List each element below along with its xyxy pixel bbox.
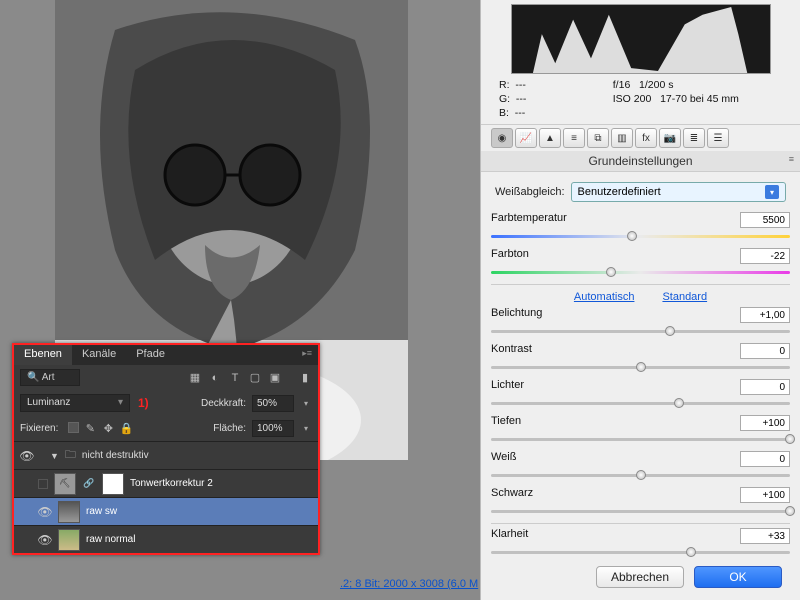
tab-split-icon[interactable]: ⧉ xyxy=(587,128,609,148)
tab-lens-icon[interactable]: ▥ xyxy=(611,128,633,148)
blacks-input[interactable] xyxy=(740,487,790,503)
tint-input[interactable] xyxy=(740,248,790,264)
chevron-down-icon: ▾ xyxy=(765,185,779,199)
group-name: nicht destruktiv xyxy=(82,450,149,461)
visibility-eye-icon[interactable]: 👁 xyxy=(20,449,34,463)
exposure-slider[interactable] xyxy=(491,325,790,337)
auto-link[interactable]: Automatisch xyxy=(574,291,635,303)
group-collapse-icon[interactable]: ▼ xyxy=(50,451,59,461)
whites-label: Weiß xyxy=(491,451,516,467)
shadows-label: Tiefen xyxy=(491,415,521,431)
tint-slider[interactable] xyxy=(491,266,790,278)
wb-label: Weißabgleich: xyxy=(495,186,565,198)
tab-camera-icon[interactable]: 📷 xyxy=(659,128,681,148)
histogram xyxy=(511,4,771,74)
shadows-input[interactable] xyxy=(740,415,790,431)
tab-snapshots-icon[interactable]: ☰ xyxy=(707,128,729,148)
layer-thumb xyxy=(58,501,80,523)
lock-brush-icon[interactable]: ✎ xyxy=(83,422,97,436)
adjustment-thumb-icon: ⛏ xyxy=(54,473,76,495)
tab-curve-icon[interactable]: 📈 xyxy=(515,128,537,148)
tint-label: Farbton xyxy=(491,248,529,264)
tab-paths[interactable]: Pfade xyxy=(126,345,175,365)
annotation-marker: 1) xyxy=(138,396,149,410)
highlights-label: Lichter xyxy=(491,379,524,395)
fill-dropdown-icon[interactable]: ▾ xyxy=(300,424,312,433)
tab-presets-icon[interactable]: ≣ xyxy=(683,128,705,148)
contrast-input[interactable] xyxy=(740,343,790,359)
layers-panel: Ebenen Kanäle Pfade ▸≡ 🔍 Art ▦ ◐ T ▢ ▣ ▮… xyxy=(12,343,320,555)
contrast-label: Kontrast xyxy=(491,343,532,359)
panel-menu-icon[interactable]: ▸≡ xyxy=(296,345,318,365)
ok-button[interactable]: OK xyxy=(694,566,782,588)
lock-transparency-icon[interactable] xyxy=(68,422,79,433)
opacity-input[interactable] xyxy=(252,395,294,412)
tab-channels[interactable]: Kanäle xyxy=(72,345,126,365)
section-title: Grundeinstellungen xyxy=(481,151,800,172)
cancel-button[interactable]: Abbrechen xyxy=(596,566,684,588)
tab-hsl-icon[interactable]: ≡ xyxy=(563,128,585,148)
visibility-eye-icon[interactable]: 👁 xyxy=(38,505,52,519)
acr-tab-toolbar: ◉ 📈 ▲ ≡ ⧉ ▥ fx 📷 ≣ ☰ xyxy=(481,125,800,151)
tab-basic-icon[interactable]: ◉ xyxy=(491,128,513,148)
default-link[interactable]: Standard xyxy=(662,291,707,303)
tab-layers[interactable]: Ebenen xyxy=(14,345,72,365)
layer-row-image[interactable]: 👁 raw sw xyxy=(14,497,318,525)
visibility-eye-icon[interactable] xyxy=(38,479,48,489)
shadows-slider[interactable] xyxy=(491,433,790,445)
contrast-slider[interactable] xyxy=(491,361,790,373)
layer-thumb xyxy=(58,529,80,551)
tab-fx-icon[interactable]: fx xyxy=(635,128,657,148)
opacity-label: Deckkraft: xyxy=(201,398,246,409)
lock-label: Fixieren: xyxy=(20,423,58,434)
opacity-dropdown-icon[interactable]: ▾ xyxy=(300,399,312,408)
exposure-label: Belichtung xyxy=(491,307,542,323)
clarity-input[interactable] xyxy=(740,528,790,544)
fill-input[interactable] xyxy=(252,420,294,437)
fill-label: Fläche: xyxy=(213,423,246,434)
layer-row-adjustment[interactable]: ⛏ 🔗 Tonwertkorrektur 2 xyxy=(14,469,318,497)
wb-select[interactable]: Benutzerdefiniert▾ xyxy=(571,182,787,202)
clarity-slider[interactable] xyxy=(491,546,790,558)
lock-move-icon[interactable]: ✥ xyxy=(101,422,115,436)
link-icon[interactable]: 🔗 xyxy=(82,477,96,491)
blacks-slider[interactable] xyxy=(491,505,790,517)
filter-shape-icon[interactable]: ▢ xyxy=(248,371,262,385)
filter-smart-icon[interactable]: ▣ xyxy=(268,371,282,385)
rgb-readout: R: ---G: ---B: --- xyxy=(499,78,605,120)
highlights-slider[interactable] xyxy=(491,397,790,409)
filter-text-icon[interactable]: T xyxy=(228,371,242,385)
visibility-eye-icon[interactable]: 👁 xyxy=(38,533,52,547)
exif-readout: f/16 1/200 s ISO 200 17-70 bei 45 mm xyxy=(613,78,782,120)
filter-toggle-icon[interactable]: ▮ xyxy=(298,371,312,385)
layer-name[interactable]: raw normal xyxy=(86,534,135,545)
whites-input[interactable] xyxy=(740,451,790,467)
clarity-label: Klarheit xyxy=(491,528,528,544)
filter-image-icon[interactable]: ▦ xyxy=(188,371,202,385)
document-info-link[interactable]: .2; 8 Bit; 2000 x 3008 (6,0 M xyxy=(340,578,478,590)
whites-slider[interactable] xyxy=(491,469,790,481)
filter-adjust-icon[interactable]: ◐ xyxy=(208,371,222,385)
temp-label: Farbtemperatur xyxy=(491,212,567,228)
highlights-input[interactable] xyxy=(740,379,790,395)
camera-raw-panel: R: ---G: ---B: --- f/16 1/200 s ISO 200 … xyxy=(480,0,800,600)
temp-slider[interactable] xyxy=(491,230,790,242)
lock-all-icon[interactable]: 🔒 xyxy=(119,422,133,436)
exposure-input[interactable] xyxy=(740,307,790,323)
mask-thumb[interactable] xyxy=(102,473,124,495)
layer-filter-select[interactable]: 🔍 Art xyxy=(20,369,80,386)
blacks-label: Schwarz xyxy=(491,487,533,503)
layer-name[interactable]: raw sw xyxy=(86,506,117,517)
tab-detail-icon[interactable]: ▲ xyxy=(539,128,561,148)
layer-row-image[interactable]: 👁 raw normal xyxy=(14,525,318,553)
layer-group-row[interactable]: 👁 ▼ 🗀 nicht destruktiv xyxy=(14,441,318,469)
blend-mode-select[interactable]: Luminanz▾ xyxy=(20,394,130,412)
temp-input[interactable] xyxy=(740,212,790,228)
layer-name[interactable]: Tonwertkorrektur 2 xyxy=(130,478,213,489)
folder-icon: 🗀 xyxy=(65,446,76,465)
